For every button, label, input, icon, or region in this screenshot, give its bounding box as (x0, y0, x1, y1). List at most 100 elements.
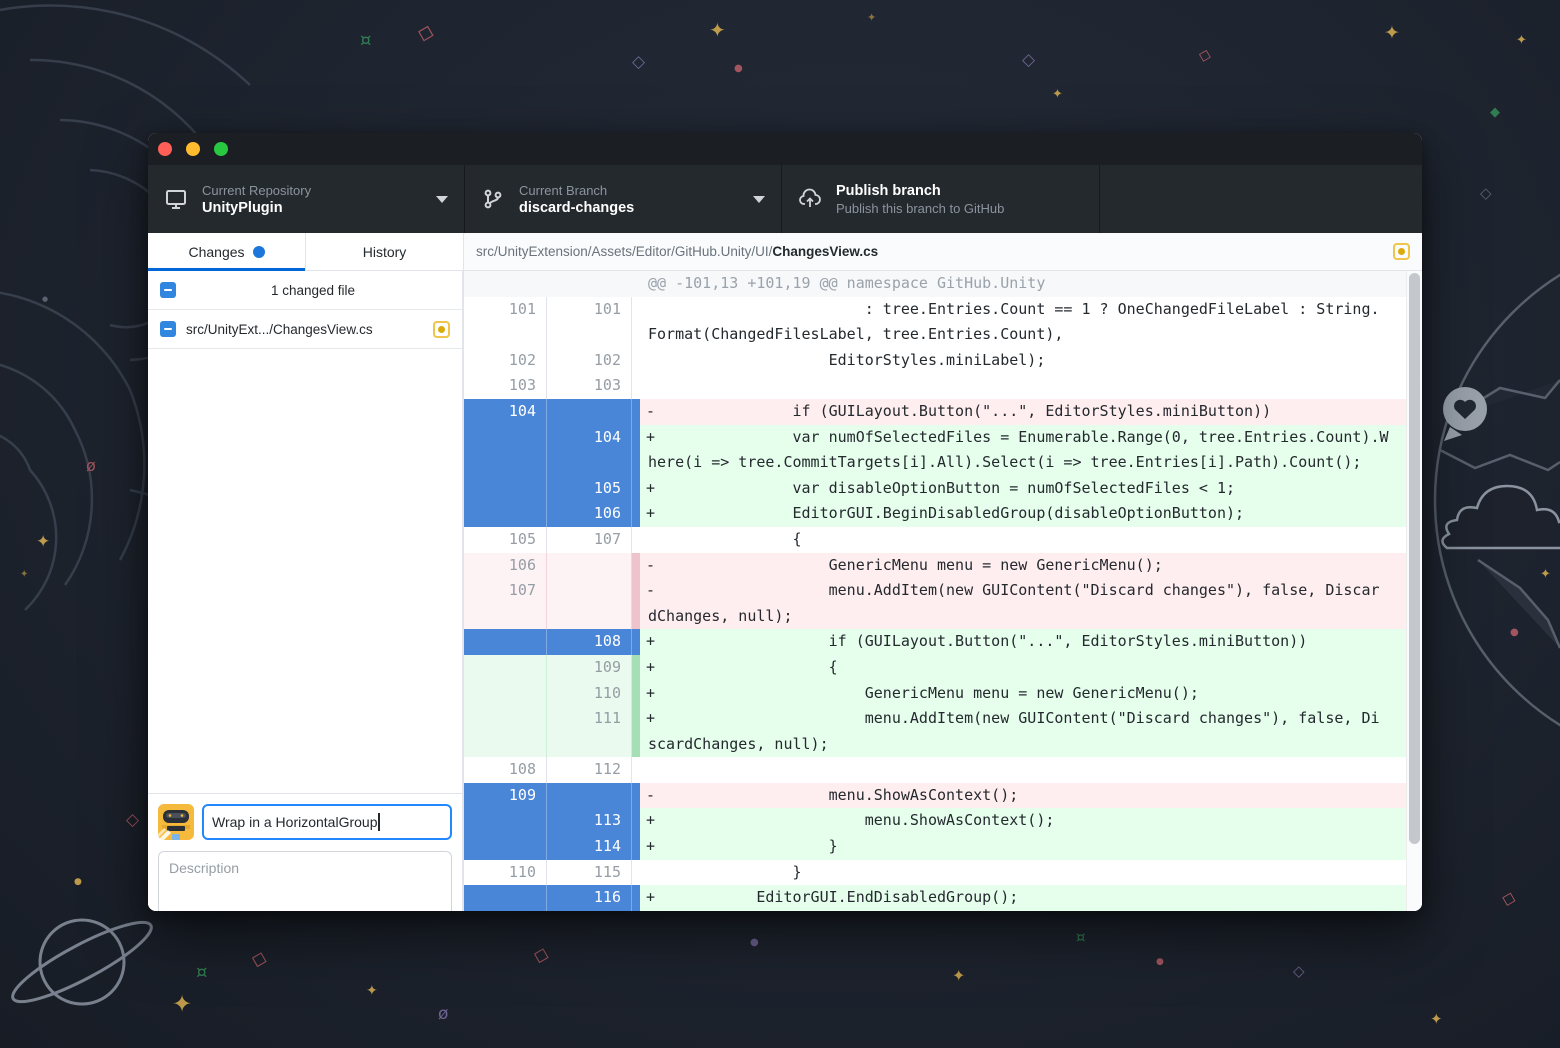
select-all-checkbox[interactable] (160, 282, 176, 298)
new-line-number (547, 399, 632, 425)
diff-line[interactable]: 105+ var disableOptionButton = numOfSele… (464, 476, 1422, 502)
diff-line[interactable]: 111+ menu.AddItem(new GUIContent("Discar… (464, 706, 1422, 757)
diff-line[interactable]: 108112 (464, 757, 1422, 783)
maximize-button[interactable] (214, 142, 228, 156)
diff-line[interactable]: 116 + EditorGUI.EndDisabledGroup(); (464, 885, 1422, 911)
diff-sign: + (646, 629, 655, 655)
diff-code-cell: { (640, 527, 1422, 553)
diff-rows: @@ -101,13 +101,19 @@ namespace GitHub.U… (464, 271, 1422, 911)
diff-line[interactable]: 102102 EditorStyles.miniLabel); (464, 348, 1422, 374)
current-repository-label: Current Repository (202, 183, 426, 198)
new-line-number: 116 (547, 885, 632, 911)
diff-code-cell: - if (GUILayout.Button("...", EditorStyl… (640, 399, 1422, 425)
diff-code-cell (640, 373, 1422, 399)
diff-code-text: if (GUILayout.Button("...", EditorStyles… (640, 629, 1389, 655)
changes-badge-dot (253, 246, 265, 258)
new-line-number: 113 (547, 808, 632, 834)
diff-line[interactable]: 108+ if (GUILayout.Button("...", EditorS… (464, 629, 1422, 655)
diff-view: @@ -101,13 +101,19 @@ namespace GitHub.U… (463, 271, 1422, 911)
old-line-number (464, 681, 547, 707)
new-line-number (547, 271, 632, 297)
diff-line[interactable]: 110115 } (464, 860, 1422, 886)
publish-branch-button[interactable]: Publish branch Publish this branch to Gi… (782, 165, 1100, 233)
diff-line[interactable]: 107 - menu.AddItem(new GUIContent("Discar… (464, 578, 1422, 629)
new-line-number: 110 (547, 681, 632, 707)
old-line-number: 107 (464, 578, 547, 629)
old-line-number: 108 (464, 757, 547, 783)
new-line-number: 112 (547, 757, 632, 783)
diff-code-text: : tree.Entries.Count == 1 ? OneChangedFi… (640, 297, 1389, 348)
diff-scrollbar-thumb[interactable] (1409, 273, 1420, 844)
minimize-button[interactable] (186, 142, 200, 156)
publish-branch-subtitle: Publish this branch to GitHub (836, 201, 1083, 216)
diff-code-text: { (640, 655, 1389, 681)
changed-file-list: src/UnityExt.../ChangesView.cs (148, 310, 462, 349)
old-line-number (464, 425, 547, 476)
diff-line[interactable]: 114+ } (464, 834, 1422, 860)
diff-line[interactable]: 106- GenericMenu menu = new GenericMenu(… (464, 553, 1422, 579)
hubot-avatar-image (158, 804, 194, 840)
diff-line[interactable]: 109- menu.ShowAsContext(); (464, 783, 1422, 809)
diff-sign: + (646, 681, 655, 707)
old-line-number (464, 808, 547, 834)
diff-line[interactable]: 109+ { (464, 655, 1422, 681)
diff-code-text: menu.ShowAsContext(); (640, 808, 1389, 834)
new-line-number: 111 (547, 706, 632, 757)
diff-code-cell: + EditorGUI.EndDisabledGroup(); (640, 885, 1422, 911)
monitor-icon (164, 187, 188, 211)
new-line-number (547, 553, 632, 579)
diff-line[interactable]: 104 - if (GUILayout.Button("...", EditorS… (464, 399, 1422, 425)
commit-description-input[interactable]: Description (158, 851, 452, 911)
file-checkbox[interactable] (160, 321, 176, 337)
diff-code-cell (640, 757, 1422, 783)
diff-line[interactable]: 110 + GenericMenu menu = new GenericMenu(… (464, 681, 1422, 707)
tab-history[interactable]: History (305, 233, 463, 270)
current-repository-value: UnityPlugin (202, 200, 426, 216)
diff-line[interactable]: 103103 (464, 373, 1422, 399)
diff-line[interactable]: 101101 : tree.Entries.Count == 1 ? OneCh… (464, 297, 1422, 348)
diff-hunk-header[interactable]: @@ -101,13 +101,19 @@ namespace GitHub.U… (464, 271, 1422, 297)
close-button[interactable] (158, 142, 172, 156)
diff-code-text: } (640, 834, 1389, 860)
sidebar-tabs: Changes History (148, 233, 463, 271)
diff-code-cell: + GenericMenu menu = new GenericMenu(); (640, 681, 1422, 707)
gutter-stripe (632, 399, 640, 425)
diff-code-cell: + menu.AddItem(new GUIContent("Discard c… (640, 706, 1422, 757)
text-caret (378, 813, 380, 831)
commit-summary-input[interactable]: Wrap in a HorizontalGroup (202, 804, 452, 840)
diff-scrollbar-track[interactable] (1406, 271, 1422, 911)
diff-line[interactable]: 106+ EditorGUI.BeginDisabledGroup(disabl… (464, 501, 1422, 527)
current-repository-dropdown[interactable]: Current Repository UnityPlugin (148, 165, 465, 233)
diff-code-cell: + var numOfSelectedFiles = Enumerable.Ra… (640, 425, 1422, 476)
gutter-stripe (632, 348, 640, 374)
toolbar: Current Repository UnityPlugin Current B… (148, 165, 1422, 233)
new-line-number: 114 (547, 834, 632, 860)
diff-line[interactable]: 105107 { (464, 527, 1422, 553)
changed-files-summary-row[interactable]: 1 changed file (148, 271, 462, 310)
old-line-number: 110 (464, 860, 547, 886)
diff-code-cell: + if (GUILayout.Button("...", EditorStyl… (640, 629, 1422, 655)
gutter-stripe (632, 681, 640, 707)
diff-code-text: menu.AddItem(new GUIContent("Discard cha… (640, 706, 1389, 757)
gutter-stripe (632, 885, 640, 911)
current-branch-dropdown[interactable]: Current Branch discard-changes (465, 165, 782, 233)
diff-code-cell: EditorStyles.miniLabel); (640, 348, 1422, 374)
diff-line[interactable]: 113+ menu.ShowAsContext(); (464, 808, 1422, 834)
tab-changes[interactable]: Changes (148, 233, 305, 270)
diff-code-text: GenericMenu menu = new GenericMenu(); (640, 553, 1389, 579)
file-path: src/UnityExt.../ChangesView.cs (186, 322, 433, 337)
changed-file-row[interactable]: src/UnityExt.../ChangesView.cs (148, 310, 462, 349)
old-line-number: 106 (464, 553, 547, 579)
diff-code-cell: - menu.AddItem(new GUIContent("Discard c… (640, 578, 1422, 629)
old-line-number: 104 (464, 399, 547, 425)
chevron-down-icon (436, 196, 448, 203)
description-placeholder: Description (169, 860, 239, 876)
new-line-number: 109 (547, 655, 632, 681)
current-branch-value: discard-changes (519, 200, 743, 216)
git-branch-icon (481, 187, 505, 211)
diff-code-cell: @@ -101,13 +101,19 @@ namespace GitHub.U… (640, 271, 1422, 297)
old-line-number: 103 (464, 373, 547, 399)
old-line-number (464, 271, 547, 297)
diff-line[interactable]: 104+ var numOfSelectedFiles = Enumerable… (464, 425, 1422, 476)
app-window: Current Repository UnityPlugin Current B… (148, 133, 1422, 911)
